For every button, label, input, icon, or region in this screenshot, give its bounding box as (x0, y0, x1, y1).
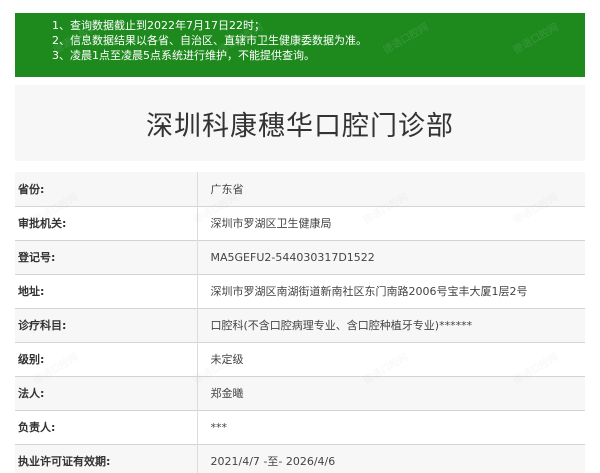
table-row: 登记号: MA5GEFU2-544030317D1522 (15, 240, 585, 274)
row-value: 广东省 (210, 182, 244, 196)
row-label: 级别: (15, 342, 198, 376)
table-row: 级别: 未定级 (15, 342, 585, 376)
table-row: 执业许可证有效期: 2021/4/7 -至- 2026/4/6 (15, 444, 585, 473)
row-value: 深圳市罗湖区卫生健康局 (210, 217, 332, 230)
notice-banner: 1、查询数据截止到2022年7月17日22时； 2、信息数据结果以各省、自治区、… (15, 13, 585, 77)
row-value: 郑金曦 (210, 387, 244, 400)
table-row: 审批机关: 深圳市罗湖区卫生健康局 (15, 206, 585, 240)
table-row: 诊疗科目: 口腔科(不含口腔病理专业、含口腔种植牙专业)****** (15, 308, 585, 342)
row-label: 审批机关: (15, 206, 198, 240)
notice-line-3: 3、凌晨1点至凌晨5点系统进行维护，不能提供查询。 (52, 49, 315, 62)
table-row: 负责人: *** (15, 410, 585, 444)
clinic-info-table: 省份: 广东省 审批机关: 深圳市罗湖区卫生健康局 登记号: MA5GEFU2-… (15, 172, 585, 473)
row-value: 口腔科(不含口腔病理专业、含口腔种植牙专业)****** (210, 319, 473, 332)
notice-line-1: 1、查询数据截止到2022年7月17日22时； (52, 19, 265, 32)
row-label: 执业许可证有效期: (15, 444, 198, 473)
row-value: 2021/4/7 -至- 2026/4/6 (210, 455, 336, 468)
table-row: 地址: 深圳市罗湖区南湖街道新南社区东门南路2006号宝丰大厦1层2号 (15, 274, 585, 308)
table-row: 省份: 广东省 (15, 172, 585, 206)
row-value: MA5GEFU2-544030317D1522 (210, 250, 375, 264)
row-label: 诊疗科目: (15, 308, 198, 342)
row-label: 法人: (15, 376, 198, 410)
row-label: 省份: (15, 172, 198, 206)
notice-line-2: 2、信息数据结果以各省、自治区、直辖市卫生健康委数据为准。 (52, 34, 367, 47)
table-row: 法人: 郑金曦 (15, 376, 585, 410)
clinic-title-box: 深圳科康穗华口腔门诊部 (15, 85, 585, 161)
clinic-title: 深圳科康穗华口腔门诊部 (146, 110, 454, 142)
row-label: 负责人: (15, 410, 198, 444)
row-value: 未定级 (210, 353, 244, 366)
row-value: 深圳市罗湖区南湖街道新南社区东门南路2006号宝丰大厦1层2号 (210, 285, 528, 298)
row-label: 登记号: (15, 240, 198, 274)
row-label: 地址: (15, 274, 198, 308)
row-value: *** (210, 420, 228, 434)
